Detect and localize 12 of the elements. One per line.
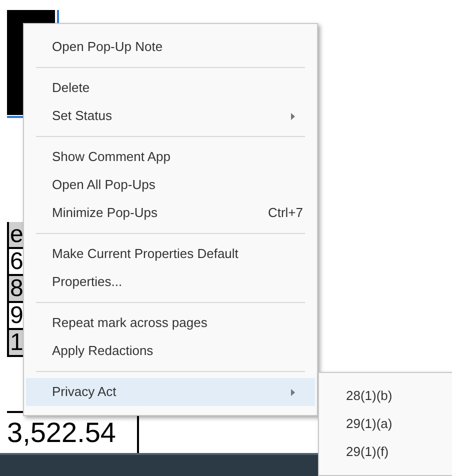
menu-item[interactable]: Open All Pop-Ups (26, 171, 315, 199)
shortcut-label: Ctrl+7 (268, 204, 303, 222)
menu-item[interactable]: 29(1)(f) (319, 438, 452, 466)
menu-item[interactable]: Privacy Act (26, 378, 315, 406)
menu-item[interactable]: 28(1)(b) (319, 382, 452, 410)
selection-line (7, 116, 23, 118)
selection-line (57, 10, 59, 24)
menu-item[interactable]: 29(1)(a) (319, 410, 452, 438)
menu-item[interactable]: Open Pop-Up Note (26, 33, 315, 61)
menu-item[interactable]: Show Comment App (26, 143, 315, 171)
menu-item[interactable]: Set Status (26, 102, 315, 130)
menu-item[interactable]: Delete (26, 74, 315, 102)
